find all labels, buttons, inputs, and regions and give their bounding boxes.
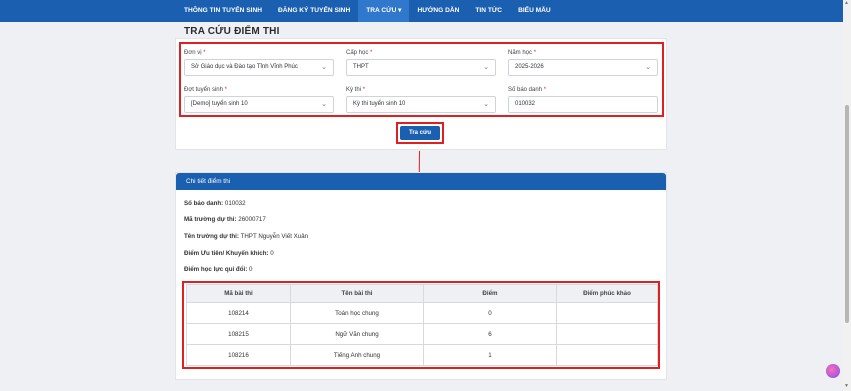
cell-diem-phuc-khao <box>556 302 658 324</box>
score-detail-header: Chi tiết điểm thi <box>176 173 666 190</box>
info-diem-uu-tien: Điểm Ưu tiên/ Khuyến khích: 0 <box>184 250 274 257</box>
cell-ten-bai-thi: Tiếng Anh chung <box>290 344 424 366</box>
cell-diem: 1 <box>423 344 557 366</box>
don-vi-label: Đơn vị * <box>184 50 206 56</box>
cell-ten-bai-thi: Ngữ Văn chung <box>290 323 424 345</box>
col-header-diem: Điểm <box>423 284 557 303</box>
info-ma-truong: Mã trường dự thi: 26000717 <box>184 216 266 223</box>
col-header-ten-bai-thi: Tên bài thi <box>290 284 424 303</box>
nav-item-tin-tuc[interactable]: TIN TỨC <box>467 0 510 22</box>
nav-item-tra-cuu[interactable]: TRA CỨU ▾ <box>358 0 410 22</box>
chevron-down-icon: ⌄ <box>321 101 327 108</box>
cell-ten-bai-thi: Toán học chung <box>290 302 424 324</box>
ky-thi-field: Kỳ thi * Kỳ thi tuyển sinh 10 ⌄ <box>346 87 496 113</box>
scroll-up-icon[interactable]: ▲ <box>844 0 849 6</box>
nav-item-bieu-mau[interactable]: BIỂU MẪU <box>510 0 559 22</box>
scrollbar-thumb[interactable] <box>845 105 849 323</box>
page-title: TRA CỨU ĐIỂM THI <box>184 26 280 37</box>
nav-item-huong-dan[interactable]: HƯỚNG DẪN <box>409 0 467 22</box>
table-row: 108216 Tiếng Anh chung 1 <box>186 344 658 366</box>
top-nav: THÔNG TIN TUYỂN SINH ĐĂNG KÝ TUYỂN SINH … <box>0 0 843 22</box>
cap-hoc-field: Cấp học * THPT ⌄ <box>346 50 496 76</box>
col-header-diem-phuc-khao: Điểm phúc khảo <box>556 284 658 303</box>
so-bao-danh-input[interactable]: 010032 <box>508 96 658 113</box>
cell-ma-bai-thi: 108215 <box>186 323 291 345</box>
chat-assistant-icon[interactable] <box>826 364 840 378</box>
don-vi-field: Đơn vị * Sở Giáo dục và Đào tạo Tỉnh Vĩn… <box>184 50 334 76</box>
info-diem-hoc-luc: Điểm học lực qui đổi: 0 <box>184 266 253 273</box>
dot-tuyen-sinh-select[interactable]: [Demo] tuyển sinh 10 ⌄ <box>184 96 334 113</box>
info-so-bao-danh: Số báo danh: 010032 <box>184 200 246 207</box>
chevron-down-icon: ⌄ <box>483 64 489 71</box>
cell-diem: 0 <box>423 302 557 324</box>
nam-hoc-select[interactable]: 2025-2026 ⌄ <box>508 59 658 76</box>
dot-tuyen-sinh-field: Đợt tuyển sinh * [Demo] tuyển sinh 10 ⌄ <box>184 87 334 113</box>
table-header-row: Mã bài thi Tên bài thi Điểm Điểm phúc kh… <box>186 284 658 303</box>
chevron-down-icon: ⌄ <box>483 101 489 108</box>
cell-diem-phuc-khao <box>556 344 658 366</box>
nav-item-thong-tin-tuyen-sinh[interactable]: THÔNG TIN TUYỂN SINH <box>176 0 270 22</box>
search-button[interactable]: Tra cứu <box>400 126 440 140</box>
col-header-ma-bai-thi: Mã bài thi <box>186 284 291 303</box>
nam-hoc-label: Năm học * <box>508 50 537 56</box>
ky-thi-select[interactable]: Kỳ thi tuyển sinh 10 ⌄ <box>346 96 496 113</box>
cap-hoc-select[interactable]: THPT ⌄ <box>346 59 496 76</box>
page-scrollbar[interactable]: ▲ ▼ <box>843 0 851 391</box>
nav-item-dang-ky-tuyen-sinh[interactable]: ĐĂNG KÝ TUYỂN SINH <box>270 0 358 22</box>
scroll-down-icon[interactable]: ▼ <box>844 383 849 389</box>
cell-diem: 6 <box>423 323 557 345</box>
nam-hoc-field: Năm học * 2025-2026 ⌄ <box>508 50 658 76</box>
cell-ma-bai-thi: 108216 <box>186 344 291 366</box>
so-bao-danh-label: Số báo danh * <box>508 87 547 93</box>
cell-diem-phuc-khao <box>556 323 658 345</box>
so-bao-danh-field: Số báo danh * 010032 <box>508 87 658 113</box>
table-row: 108215 Ngữ Văn chung 6 <box>186 323 658 345</box>
chevron-down-icon: ⌄ <box>645 64 651 71</box>
cell-ma-bai-thi: 108214 <box>186 302 291 324</box>
chevron-down-icon: ⌄ <box>321 64 327 71</box>
cap-hoc-label: Cấp học * <box>346 50 373 56</box>
ky-thi-label: Kỳ thi * <box>346 87 366 93</box>
info-ten-truong: Tên trường dự thi: THPT Nguyễn Viết Xuân <box>184 233 309 240</box>
dot-tuyen-sinh-label: Đợt tuyển sinh * <box>184 87 227 93</box>
table-row: 108214 Toán học chung 0 <box>186 302 658 324</box>
score-table: Mã bài thi Tên bài thi Điểm Điểm phúc kh… <box>186 284 658 366</box>
don-vi-select[interactable]: Sở Giáo dục và Đào tạo Tỉnh Vĩnh Phúc ⌄ <box>184 59 334 76</box>
